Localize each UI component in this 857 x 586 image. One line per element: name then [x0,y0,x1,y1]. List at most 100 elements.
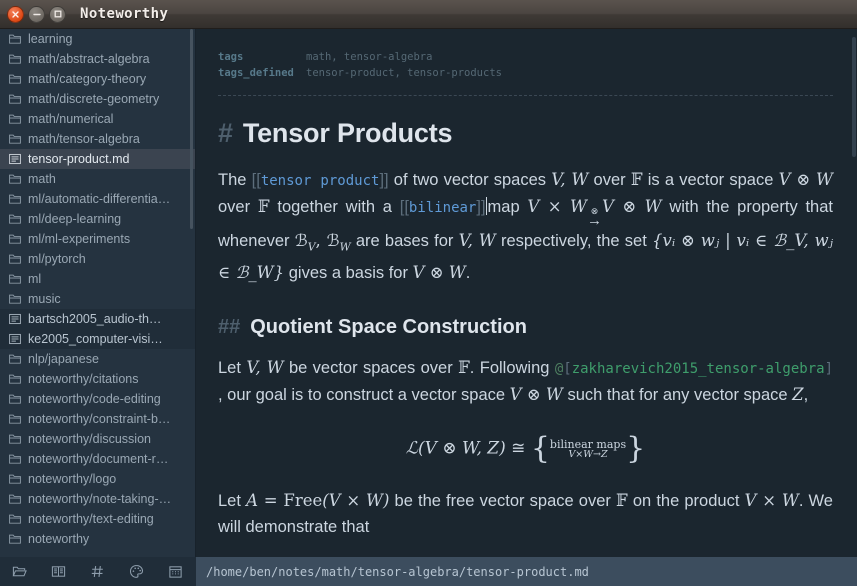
sidebar-item-noteworthy-logo[interactable]: noteworthy/logo [0,469,195,489]
calendar-icon[interactable] [156,557,195,586]
note-icon [8,152,22,166]
sidebar-item-math-numerical[interactable]: math/numerical [0,109,195,129]
folder-icon [8,212,22,226]
sidebar-item-nlp-japanese[interactable]: nlp/japanese [0,349,195,369]
sidebar-item-label: ke2005_computer-visi… [28,332,163,346]
sidebar-item-label: math [28,172,56,186]
folder-icon [8,232,22,246]
sidebar-item-ml-ml-experiments[interactable]: ml/ml-experiments [0,229,195,249]
sidebar-item-math[interactable]: math [0,169,195,189]
sidebar-item-bartsch2005-audio-th[interactable]: bartsch2005_audio-th… [0,309,195,329]
close-button[interactable] [7,5,24,23]
wikilink-bilinear[interactable]: [[bilinear]] [400,198,486,216]
sidebar-item-ml[interactable]: ml [0,269,195,289]
note-icon [8,312,22,326]
sidebar-item-label: noteworthy/text-editing [28,512,154,526]
folder-icon [8,272,22,286]
display-equation: ℒ(V ⊗ W, Z) ≅ {bilinear maps V×W→Z} [218,434,833,464]
section-heading-quotient-space: ## Quotient Space Construction [218,316,833,339]
sidebar-item-noteworthy-discussion[interactable]: noteworthy/discussion [0,429,195,449]
wikilink-tensor-product[interactable]: [[tensor product]] [252,171,389,189]
text-run: , our goal is to construct a vector spac… [218,386,510,405]
folder-icon [8,252,22,266]
hash-icon[interactable] [78,557,117,586]
sidebar-scrollbar[interactable] [190,29,194,557]
folder-icon [8,112,22,126]
page-title: # Tensor Products [218,118,833,149]
sidebar-item-ml-automatic-differentia[interactable]: ml/automatic-differentia… [0,189,195,209]
folder-open-icon[interactable] [0,557,39,586]
frontmatter-value: math, tensor-algebra [306,51,433,63]
sidebar-item-label: music [28,292,61,306]
status-bar-buttons [0,557,196,586]
sidebar-item-label: math/discrete-geometry [28,92,160,106]
math-inline: V, W [458,231,496,250]
paragraph-definition: The [[tensor product]] of two vector spa… [218,167,833,286]
sidebar-item-ml-pytorch[interactable]: ml/pytorch [0,249,195,269]
sidebar-item-math-abstract-algebra[interactable]: math/abstract-algebra [0,49,195,69]
folder-icon [8,92,22,106]
sidebar-file-list[interactable]: learning math/abstract-algebra math/catego… [0,29,196,557]
sidebar-item-math-discrete-geometry[interactable]: math/discrete-geometry [0,89,195,109]
sidebar-item-ml-deep-learning[interactable]: ml/deep-learning [0,209,195,229]
text-run: over [588,171,631,189]
sidebar-item-noteworthy-text-editing[interactable]: noteworthy/text-editing [0,509,195,529]
citation-zakharevich2015[interactable]: @[zakharevich2015_tensor-algebra] [555,361,833,377]
sidebar-item-math-category-theory[interactable]: math/category-theory [0,69,195,89]
sidebar-item-label: ml/deep-learning [28,212,122,226]
text-run: be the free vector space over [389,492,617,511]
sidebar-item-noteworthy-document-r[interactable]: noteworthy/document-r… [0,449,195,469]
paragraph-quotient-intro: Let V, W be vector spaces over 𝔽. Follow… [218,355,833,408]
text-run: on the product [627,492,745,511]
palette-icon[interactable] [117,557,156,586]
folder-icon [8,52,22,66]
sidebar-item-tensor-product-md[interactable]: tensor-product.md [0,149,195,169]
sidebar-item-ke2005-computer-visi[interactable]: ke2005_computer-visi… [0,329,195,349]
math-inline: V, W [551,170,589,189]
text-run: together with a [269,198,400,216]
sidebar-item-label: ml/pytorch [28,252,86,266]
text-run: such that for any vector space [562,386,793,405]
citation-key[interactable]: zakharevich2015_tensor-algebra [572,361,825,377]
sidebar-item-noteworthy-citations[interactable]: noteworthy/citations [0,369,195,389]
wikilink-open-bracket: [[ [251,171,261,189]
math-inline: A = [246,491,284,511]
sidebar-item-noteworthy-note-taking[interactable]: noteworthy/note-taking-… [0,489,195,509]
folder-icon [8,412,22,426]
folder-icon [8,532,22,546]
editor-pane[interactable]: tags math, tensor-algebra tags_defined t… [196,29,857,557]
math-inline: V × W [527,197,587,216]
sidebar-scrollbar-thumb[interactable] [190,29,193,229]
folder-icon [8,132,22,146]
text-run: is a vector space [642,171,779,189]
sidebar-item-noteworthy-constraint-b[interactable]: noteworthy/constraint-b… [0,409,195,429]
window-titlebar: Noteworthy [0,0,857,29]
wikilink-close-bracket: ]] [476,198,486,216]
sidebar-item-music[interactable]: music [0,289,195,309]
folder-icon [8,72,22,86]
book-icon[interactable] [39,557,78,586]
sidebar-item-noteworthy-code-editing[interactable]: noteworthy/code-editing [0,389,195,409]
minimize-button[interactable] [28,5,45,23]
status-bar: /home/ben/notes/math/tensor-algebra/tens… [0,557,857,586]
sidebar-item-label: noteworthy/code-editing [28,392,161,406]
math-inline: V ⊗ W [509,385,563,405]
sidebar-item-noteworthy[interactable]: noteworthy [0,529,195,549]
folder-icon [8,472,22,486]
sidebar-item-math-tensor-algebra[interactable]: math/tensor-algebra [0,129,195,149]
sidebar-item-learning[interactable]: learning [0,29,195,49]
sidebar-item-label: bartsch2005_audio-th… [28,312,162,326]
folder-icon [8,392,22,406]
maximize-button[interactable] [49,5,66,23]
text-run: The [218,171,252,189]
sidebar-item-label: tensor-product.md [28,152,130,166]
window-controls [0,5,66,23]
folder-icon [8,372,22,386]
wikilink-label[interactable]: tensor product [261,173,380,189]
text-cursor [485,197,487,215]
editor-scrollbar[interactable] [852,37,856,157]
frontmatter-block: tags math, tensor-algebra tags_defined t… [218,49,833,81]
text-run: are bases for [350,232,459,250]
wikilink-label[interactable]: bilinear [409,200,476,216]
equation-rhs: bilinear maps V×W→Z [549,437,627,461]
